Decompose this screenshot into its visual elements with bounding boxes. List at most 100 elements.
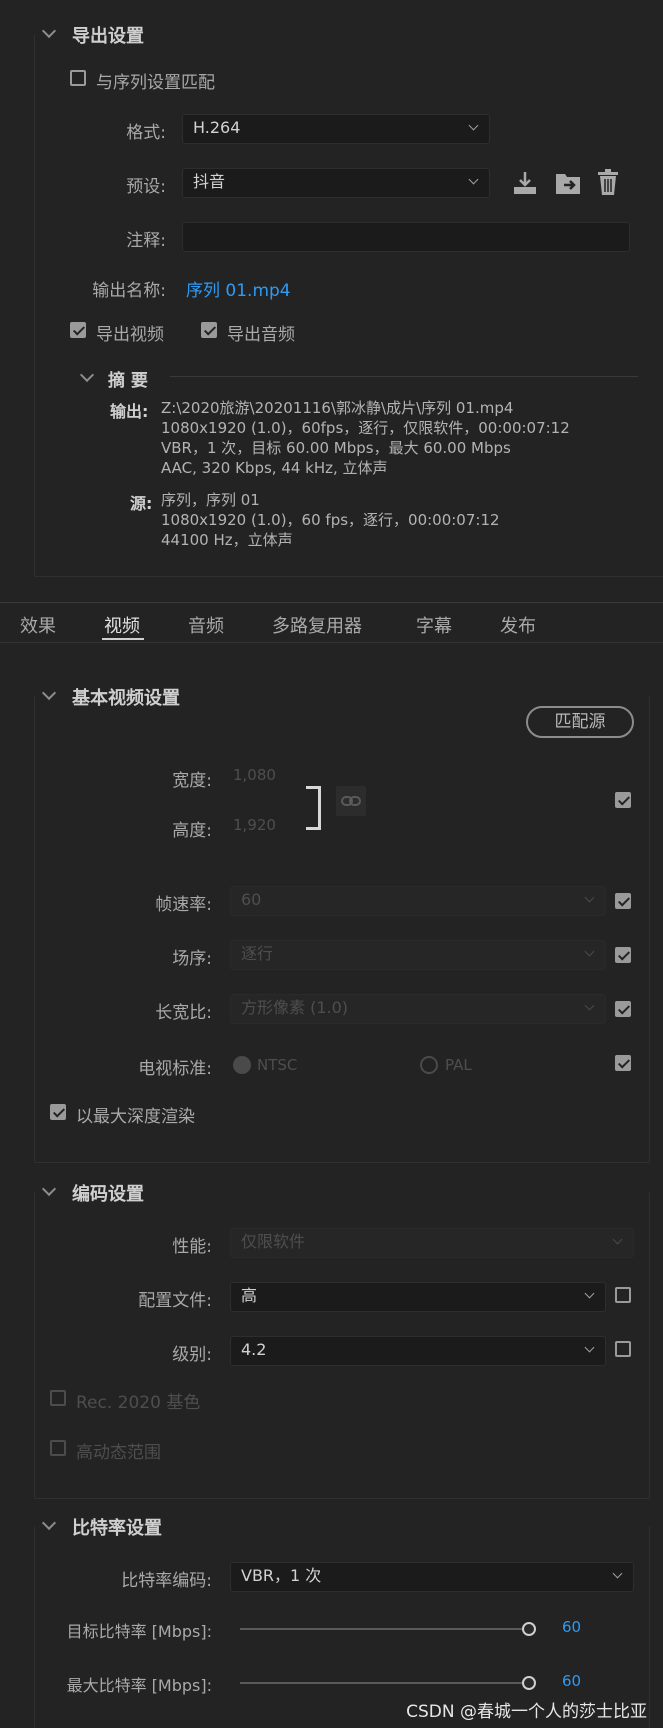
tab-bar-bottom-line — [0, 642, 663, 643]
summary-title: 摘 要 — [108, 371, 148, 391]
field-order-checkbox[interactable] — [615, 947, 631, 963]
chevron-down-icon — [468, 174, 479, 185]
width-label: 宽度: — [172, 771, 212, 791]
field-order-value: 逐行 — [241, 944, 274, 963]
summary-output-label: 输出: — [110, 402, 149, 421]
summary-source-text: 序列，序列 01 1080x1920 (1.0)，60 fps，逐行，00:00… — [161, 490, 500, 550]
target-bitrate-slider-knob[interactable] — [522, 1622, 536, 1636]
link-icon[interactable] — [336, 786, 366, 816]
level-dropdown[interactable]: 4.2 — [230, 1336, 606, 1366]
tab-video[interactable]: 视频 — [104, 612, 140, 638]
aspect-value: 方形像素 (1.0) — [241, 998, 349, 1017]
aspect-checkbox[interactable] — [615, 1001, 631, 1017]
comment-label: 注释: — [126, 231, 166, 251]
save-preset-icon[interactable] — [512, 170, 538, 196]
import-preset-icon[interactable] — [554, 170, 582, 196]
chevron-down-icon — [612, 1568, 623, 1579]
max-depth-label: 以最大深度渲染 — [76, 1107, 195, 1127]
summary-source-line: 44100 Hz，立体声 — [161, 531, 293, 549]
frame-rate-label: 帧速率: — [155, 895, 212, 915]
rec2020-label: Rec. 2020 基色 — [76, 1393, 201, 1413]
summary-output-line: 1080x1920 (1.0)，60fps，逐行，仅限软件，00:00:07:1… — [161, 419, 570, 437]
tab-captions[interactable]: 字幕 — [416, 612, 452, 638]
summary-output-text: Z:\2020旅游\20201116\郭冰静\成片\序列 01.mp4 1080… — [161, 398, 570, 478]
export-video-label: 导出视频 — [96, 325, 164, 345]
preset-value: 抖音 — [193, 172, 226, 191]
summary-divider — [170, 376, 638, 377]
aspect-dropdown[interactable]: 方形像素 (1.0) — [230, 994, 606, 1024]
summary-output-line: VBR，1 次，目标 60.00 Mbps，最大 60.00 Mbps — [161, 439, 511, 457]
max-bitrate-slider-knob[interactable] — [522, 1676, 536, 1690]
summary-source-line: 序列，序列 01 — [161, 491, 260, 509]
level-checkbox[interactable] — [615, 1341, 631, 1357]
aspect-label: 长宽比: — [155, 1003, 212, 1023]
match-sequence-checkbox[interactable] — [70, 70, 86, 86]
comment-input[interactable] — [182, 222, 630, 252]
chevron-down-icon — [584, 1288, 595, 1299]
delete-preset-icon[interactable] — [596, 168, 620, 196]
format-label: 格式: — [126, 123, 166, 143]
match-sequence-label: 与序列设置匹配 — [96, 73, 215, 93]
output-name-link[interactable]: 序列 01.mp4 — [186, 276, 291, 301]
max-bitrate-value[interactable]: 60 — [562, 1672, 581, 1690]
chevron-down-icon — [584, 1342, 595, 1353]
ntsc-label: NTSC — [257, 1056, 298, 1074]
performance-value: 仅限软件 — [241, 1232, 306, 1251]
tab-publish[interactable]: 发布 — [500, 612, 536, 638]
match-source-button[interactable]: 匹配源 — [526, 706, 634, 738]
max-bitrate-slider-track[interactable] — [240, 1682, 530, 1684]
profile-checkbox[interactable] — [615, 1287, 631, 1303]
level-label: 级别: — [172, 1345, 212, 1365]
summary-output-line: Z:\2020旅游\20201116\郭冰静\成片\序列 01.mp4 — [161, 399, 514, 417]
frame-rate-value: 60 — [241, 890, 262, 909]
preset-label: 预设: — [126, 177, 166, 197]
watermark: CSDN @春城一个人的莎士比亚 — [406, 1702, 647, 1722]
hdr-checkbox[interactable] — [50, 1440, 66, 1456]
tab-video-underline — [102, 638, 144, 640]
tv-standard-checkbox[interactable] — [615, 1055, 631, 1071]
bitrate-encoding-dropdown[interactable]: VBR，1 次 — [230, 1562, 634, 1592]
export-audio-label: 导出音频 — [227, 325, 295, 345]
summary-source-label: 源: — [130, 494, 153, 513]
chevron-down-icon — [584, 892, 595, 903]
summary-source-line: 1080x1920 (1.0)，60 fps，逐行，00:00:07:12 — [161, 511, 500, 529]
performance-label: 性能: — [172, 1237, 212, 1257]
width-value[interactable]: 1,080 — [233, 766, 276, 784]
export-audio-checkbox[interactable] — [201, 322, 217, 338]
preset-dropdown[interactable]: 抖音 — [182, 168, 490, 198]
chevron-down-icon — [584, 1000, 595, 1011]
frame-rate-checkbox[interactable] — [615, 893, 631, 909]
format-dropdown[interactable]: H.264 — [182, 114, 490, 144]
format-value: H.264 — [193, 118, 241, 137]
max-depth-checkbox[interactable] — [50, 1104, 66, 1120]
tab-effects[interactable]: 效果 — [20, 612, 56, 638]
profile-dropdown[interactable]: 高 — [230, 1282, 606, 1312]
summary-output-line: AAC, 320 Kbps, 44 kHz, 立体声 — [161, 459, 388, 477]
target-bitrate-slider-track[interactable] — [240, 1628, 530, 1630]
ntsc-radio[interactable] — [233, 1056, 251, 1074]
max-bitrate-label: 最大比特率 [Mbps]: — [66, 1676, 212, 1695]
basic-video-panel — [34, 696, 650, 1163]
tab-audio[interactable]: 音频 — [188, 612, 224, 638]
field-order-label: 场序: — [172, 949, 212, 969]
bitrate-encoding-value: VBR，1 次 — [241, 1566, 322, 1585]
target-bitrate-value[interactable]: 60 — [562, 1618, 581, 1636]
level-value: 4.2 — [241, 1340, 267, 1359]
rec2020-checkbox[interactable] — [50, 1390, 66, 1406]
aspect-link-bracket — [306, 786, 321, 830]
dimensions-override-checkbox[interactable] — [615, 792, 631, 808]
chevron-down-icon — [468, 120, 479, 131]
frame-rate-dropdown[interactable]: 60 — [230, 886, 606, 916]
performance-dropdown[interactable]: 仅限软件 — [230, 1228, 634, 1258]
profile-value: 高 — [241, 1286, 258, 1305]
chevron-down-icon — [584, 946, 595, 957]
profile-label: 配置文件: — [138, 1291, 212, 1311]
tab-bar-top-line — [0, 602, 663, 603]
height-value[interactable]: 1,920 — [233, 816, 276, 834]
pal-radio[interactable] — [420, 1056, 438, 1074]
chevron-down-icon — [612, 1234, 623, 1245]
field-order-dropdown[interactable]: 逐行 — [230, 940, 606, 970]
pal-label: PAL — [445, 1056, 472, 1074]
tab-multiplexer[interactable]: 多路复用器 — [272, 612, 362, 638]
export-video-checkbox[interactable] — [70, 322, 86, 338]
